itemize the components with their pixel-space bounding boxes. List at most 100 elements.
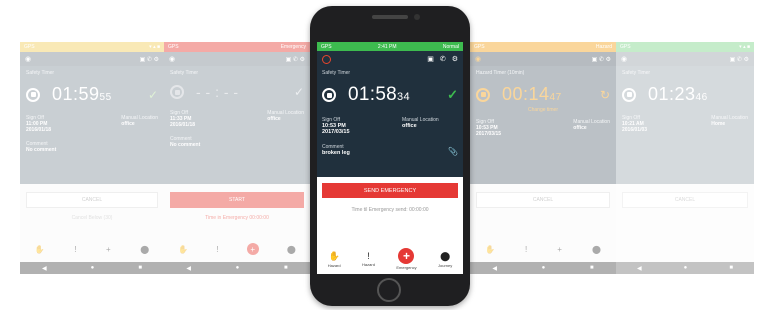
location-block: Manual Location office xyxy=(573,119,610,131)
tab-hazard-hand[interactable]: ✋ Hazard xyxy=(328,251,341,268)
timer-display: - - : - - xyxy=(196,84,239,100)
hint-text: Cancel Below (30) xyxy=(71,215,113,221)
toolbar-icons: ▣ ✆ ⚙ xyxy=(591,56,611,63)
app-logo-icon: ◉ xyxy=(25,56,32,63)
back-icon[interactable]: ◀ xyxy=(492,265,497,272)
check-icon[interactable]: ✓ xyxy=(148,88,158,102)
comment-block: Comment No comment xyxy=(170,136,201,148)
main-screen: GPS 2:41 PM Normal ▣ ✆ ⚙ Safety Timer 01… xyxy=(317,42,463,274)
android-nav-bar: ◀ ● ■ xyxy=(20,262,164,274)
tab-journey[interactable]: ⬤ xyxy=(592,245,601,254)
location-block: Manual Location Home xyxy=(711,115,748,127)
recents-icon[interactable]: ■ xyxy=(590,265,594,271)
app-bar: ◉ ▣ ✆ ⚙ xyxy=(164,52,310,66)
panel-title: Safety Timer xyxy=(170,70,199,76)
app-bar: ◉ ▣ ✆ ⚙ xyxy=(470,52,616,66)
app-logo-icon: ◉ xyxy=(475,56,482,63)
signoff-block: Sign Off 10:21 AM 2016/01/03 xyxy=(622,115,648,133)
recents-icon[interactable]: ■ xyxy=(284,265,288,271)
tab-hazard[interactable]: ! Hazard xyxy=(362,251,375,267)
timer-display: 01:2346 xyxy=(648,84,708,104)
check-icon[interactable]: ✓ xyxy=(447,87,458,103)
home-button[interactable] xyxy=(377,278,401,302)
home-icon[interactable]: ● xyxy=(684,265,688,271)
signoff-block: Sign Off 11:33 PM 2016/01/18 xyxy=(170,110,196,128)
tab-journey[interactable]: ⬤ Journey xyxy=(438,251,452,268)
stop-button[interactable] xyxy=(322,88,336,102)
timer-panel: Safety Timer 01:2346 Sign Off 10:21 AM 201… xyxy=(616,66,754,184)
gear-icon[interactable]: ⚙ xyxy=(452,55,458,63)
screen-right-safety-timer: GPS ▾ ▴ ■ ◉ ▣ ✆ ⚙ Safety Timer 01:2346 Si… xyxy=(616,42,754,274)
android-nav-bar: ◀ ● ■ xyxy=(616,262,754,274)
location-block: Manual Location office xyxy=(402,117,439,129)
tab-emergency[interactable]: + xyxy=(106,245,111,254)
stop-button[interactable] xyxy=(622,87,636,102)
timer-display: 01:5955 xyxy=(52,84,112,104)
location-block: Manual Location office xyxy=(267,110,304,122)
check-icon[interactable]: ✓ xyxy=(294,85,304,99)
back-icon[interactable]: ◀ xyxy=(186,265,191,272)
back-icon[interactable]: ◀ xyxy=(42,265,47,272)
bottom-tabs: ✋ ! + ⬤ xyxy=(164,236,310,262)
tab-journey[interactable]: ⬤ xyxy=(287,245,296,254)
phone-icon[interactable]: ✆ xyxy=(440,55,446,63)
cancel-button[interactable]: CANCEL xyxy=(622,192,748,208)
toolbar-icons: ▣ ✆ ⚙ xyxy=(139,56,159,63)
app-logo-icon: ◉ xyxy=(621,56,628,63)
stop-button[interactable] xyxy=(170,85,184,99)
tab-hand[interactable]: ✋ xyxy=(178,245,188,254)
cancel-button[interactable]: CANCEL xyxy=(476,192,610,208)
tab-emergency[interactable]: + xyxy=(246,243,259,255)
camera-icon xyxy=(414,14,420,20)
send-emergency-button[interactable]: SEND EMERGENCY xyxy=(322,183,458,198)
tab-emergency[interactable]: + xyxy=(557,245,562,254)
tab-hazard[interactable]: ! xyxy=(525,245,527,254)
recents-icon[interactable]: ■ xyxy=(729,265,733,271)
timer-panel: Safety Timer 01:5955 ✓ Sign Off 11:00 PM 2… xyxy=(20,66,164,184)
signoff-block: Sign Off 11:00 PM 2016/01/18 xyxy=(26,115,52,133)
app-bar: ◉ ▣ ✆ ⚙ xyxy=(616,52,754,66)
toolbar-icons: ▣ ✆ ⚙ xyxy=(285,56,305,63)
tab-hazard[interactable]: ! xyxy=(216,245,218,254)
tab-emergency[interactable]: + Emergency xyxy=(396,248,417,270)
app-bar: ◉ ▣ ✆ ⚙ xyxy=(20,52,164,66)
status-bar: GPS ▾ ▴ ■ xyxy=(20,42,164,52)
status-bar: GPS Hazard xyxy=(470,42,616,52)
screen-right-hazard: GPS Hazard ◉ ▣ ✆ ⚙ Hazard Timer (10min) 0… xyxy=(470,42,616,274)
app-logo-icon xyxy=(322,54,331,64)
notes-icon[interactable]: ▣ xyxy=(427,55,434,63)
panel-title: Safety Timer xyxy=(26,70,55,76)
panel-title: Safety Timer xyxy=(622,70,651,76)
back-icon[interactable]: ◀ xyxy=(637,265,642,272)
stop-button[interactable] xyxy=(476,87,490,102)
tab-hazard[interactable]: ! xyxy=(74,245,76,254)
cancel-button[interactable]: CANCEL xyxy=(26,192,158,208)
bottom-tabs: ✋ ! + ⬤ xyxy=(20,236,164,262)
android-nav-bar: ◀ ● ■ xyxy=(164,262,310,274)
tab-hand[interactable]: ✋ xyxy=(485,245,495,254)
refresh-icon[interactable]: ↻ xyxy=(600,88,610,102)
tab-journey[interactable]: ⬤ xyxy=(140,245,149,254)
android-nav-bar: ◀ ● ■ xyxy=(470,262,616,274)
toolbar-icons: ▣ ✆ ⚙ xyxy=(729,56,749,63)
change-timer-link[interactable]: Change timer xyxy=(476,107,610,113)
recents-icon[interactable]: ■ xyxy=(138,265,142,271)
panel-title: Safety Timer xyxy=(322,70,351,76)
bottom-tabs: ✋ Hazard ! Hazard + Emergency ⬤ Journey xyxy=(317,244,463,274)
tab-hand[interactable]: ✋ xyxy=(35,245,45,254)
status-bar: GPS Emergency xyxy=(164,42,310,52)
attachment-icon[interactable]: 📎 xyxy=(448,147,458,156)
location-block: Manual Location office xyxy=(121,115,158,127)
plus-icon: + xyxy=(398,248,415,264)
start-button[interactable]: START xyxy=(170,192,304,208)
home-icon[interactable]: ● xyxy=(236,265,240,271)
timer-display: 01:5834 xyxy=(348,84,410,105)
stop-button[interactable] xyxy=(26,87,40,102)
hint-text: Time in Emergency 00:00:00 xyxy=(205,215,269,221)
home-icon[interactable]: ● xyxy=(91,265,95,271)
timer-panel: Safety Timer - - : - - ✓ Sign Off 11:33 P… xyxy=(164,66,310,184)
comment-block: Comment No comment xyxy=(26,141,57,153)
panel-title: Hazard Timer (10min) xyxy=(476,70,525,76)
home-icon[interactable]: ● xyxy=(542,265,546,271)
app-logo-icon: ◉ xyxy=(169,56,176,63)
